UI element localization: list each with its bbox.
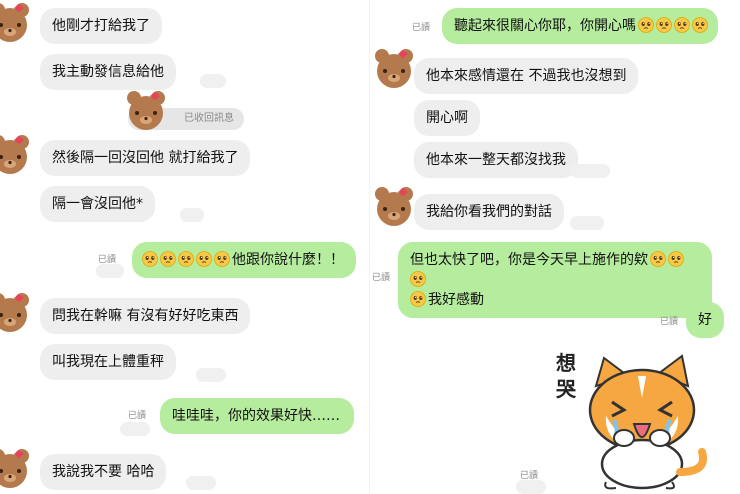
read-receipt: 已讀 xyxy=(128,411,147,421)
outgoing-message-bubble: 好 xyxy=(686,302,724,338)
message-bubble: 他本來感情還在 不過我也沒想到 xyxy=(414,58,639,94)
bear-avatar[interactable] xyxy=(124,88,168,132)
message-bubble: 問我在幹嘛 有沒有好好吃東西 xyxy=(40,298,251,334)
bear-avatar[interactable] xyxy=(372,184,416,228)
blurred-timestamp xyxy=(180,208,204,222)
outgoing-message-bubble: 聽起來很關心你耶，你開心嗎 xyxy=(442,8,718,44)
blurred-timestamp xyxy=(96,264,124,278)
outgoing-message-bubble: 但也太快了吧，你是今天早上施作的欸 我好感動 xyxy=(398,242,712,318)
message-text-line-2: 我好感動 xyxy=(428,292,484,308)
read-receipt: 已讀 xyxy=(660,317,679,327)
blurred-timestamp xyxy=(120,422,150,436)
bear-avatar[interactable] xyxy=(0,446,32,490)
bear-avatar[interactable] xyxy=(0,290,32,334)
read-receipt: 已讀 xyxy=(372,273,391,283)
pleading-face-icon xyxy=(410,291,426,307)
pleading-face-icon xyxy=(692,17,708,33)
pleading-face-icon xyxy=(214,251,230,267)
pleading-face-icon xyxy=(638,17,654,33)
pleading-face-icon xyxy=(650,251,666,267)
pleading-face-icon xyxy=(668,251,684,267)
blurred-timestamp xyxy=(570,216,604,230)
message-bubble: 隔一會沒回他* xyxy=(40,186,155,222)
message-text-line-1: 但也太快了吧，你是今天早上施作的欸 xyxy=(410,252,648,268)
message-bubble: 他本來一整天都沒找我 xyxy=(414,142,578,178)
pleading-face-icon xyxy=(178,251,194,267)
message-bubble: 我給你看我們的對話 xyxy=(414,194,564,230)
pleading-face-icon xyxy=(142,251,158,267)
message-bubble: 我說我不要 哈哈 xyxy=(40,454,167,490)
message-text: 聽起來很關心你耶，你開心嗎 xyxy=(454,18,636,34)
blurred-timestamp xyxy=(186,476,216,490)
message-bubble: 他剛才打給我了 xyxy=(40,8,162,44)
bear-avatar[interactable] xyxy=(0,0,32,44)
sticker-text: 想哭 xyxy=(556,351,576,401)
pleading-face-icon xyxy=(196,251,212,267)
blurred-timestamp xyxy=(200,74,226,88)
bear-avatar[interactable] xyxy=(0,132,32,176)
right-chat-panel: 已讀 聽起來很關心你耶，你開心嗎 他本來感情還在 不過我也沒想到 開心啊 他本來… xyxy=(370,0,740,494)
bear-avatar[interactable] xyxy=(372,46,416,90)
left-chat-panel: 他剛才打給我了 我主動發信息給他 已收回訊息 然後隔一回沒回他 就打給我了 隔一… xyxy=(0,0,370,494)
pleading-face-icon xyxy=(656,17,672,33)
read-receipt: 已讀 xyxy=(412,23,431,33)
pleading-face-icon xyxy=(410,271,426,287)
message-bubble: 叫我現在上體重秤 xyxy=(40,344,176,380)
blurred-timestamp xyxy=(570,164,610,178)
message-bubble: 開心啊 xyxy=(414,100,480,136)
message-bubble: 然後隔一回沒回他 就打給我了 xyxy=(40,140,251,176)
crying-cat-icon xyxy=(588,354,707,490)
message-text: 他跟你說什麼！！ xyxy=(232,252,344,268)
pleading-face-icon xyxy=(160,251,176,267)
blurred-timestamp xyxy=(196,368,226,382)
blurred-timestamp xyxy=(516,480,546,494)
pleading-face-icon xyxy=(674,17,690,33)
outgoing-message-bubble: 哇哇哇，你的效果好快…… xyxy=(160,398,354,434)
outgoing-message-bubble: 他跟你說什麼！！ xyxy=(132,242,356,278)
message-bubble: 我主動發信息給他 xyxy=(40,54,176,90)
crying-cat-sticker[interactable]: 想哭 xyxy=(556,346,716,492)
